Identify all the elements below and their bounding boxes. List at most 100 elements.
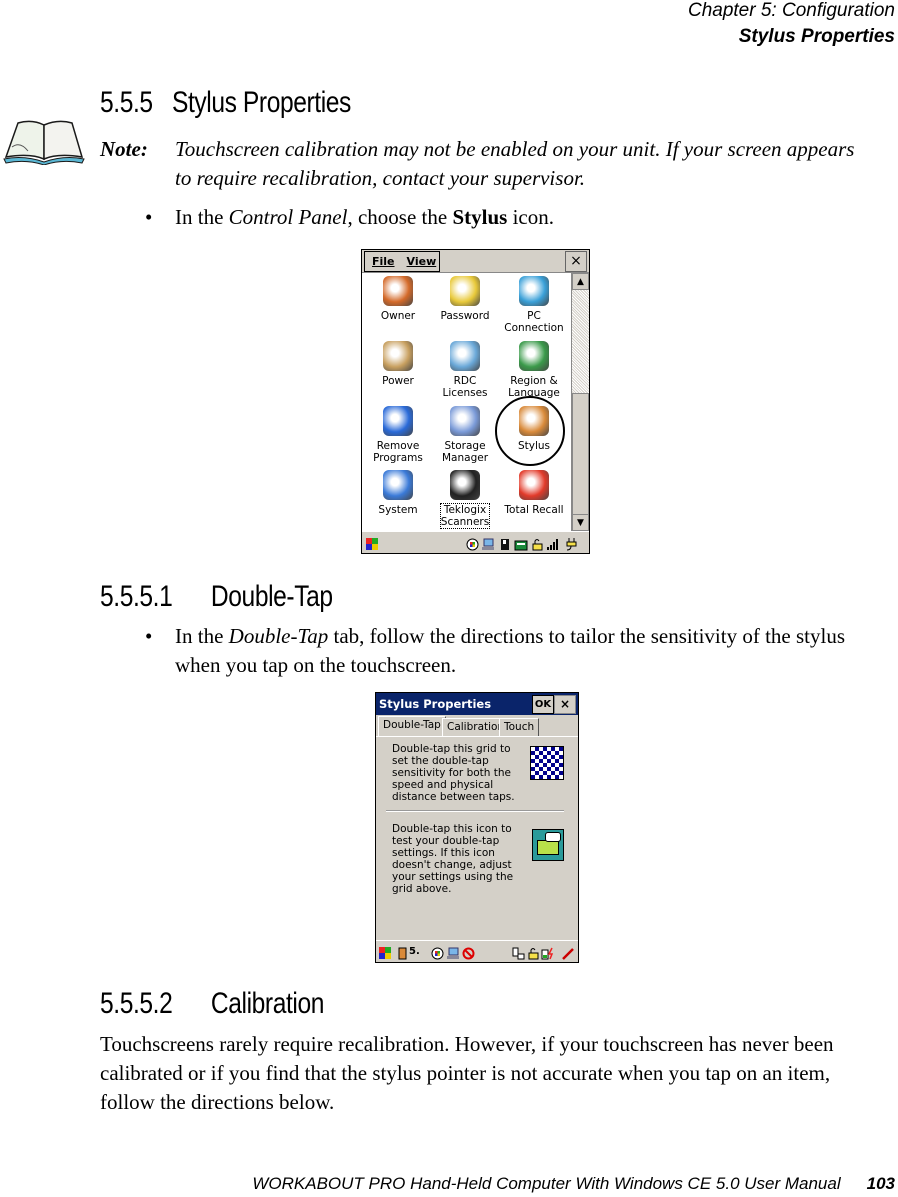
- control-panel-item-storage-manager[interactable]: Storage Manager: [432, 406, 498, 464]
- page-footer: WORKABOUT PRO Hand-Held Computer With Wi…: [252, 1174, 895, 1194]
- heading-5-5-5: 5.5.5 Stylus Properties: [100, 86, 351, 120]
- control-panel-term: Control Panel: [228, 205, 348, 229]
- heading-5-5-5-1: 5.5.5.1 Double-Tap: [100, 580, 333, 614]
- card-icon[interactable]: [512, 945, 525, 960]
- lock-icon[interactable]: [531, 536, 544, 551]
- scroll-down-button[interactable]: ▼: [572, 514, 589, 531]
- battery-charging-icon[interactable]: [541, 945, 554, 960]
- teklogix-scanners-icon: [450, 470, 480, 500]
- control-panel-item-label: Password: [440, 310, 490, 322]
- bullet-marker: •: [145, 624, 153, 648]
- control-panel-item-label: Remove Programs: [373, 440, 423, 464]
- menu-file[interactable]: File: [372, 255, 395, 268]
- instruction-text: In the: [175, 624, 229, 648]
- storage-manager-icon: [450, 406, 480, 436]
- taskbar: [362, 531, 589, 553]
- control-panel-item-rdc-licenses[interactable]: RDC Licenses: [432, 341, 498, 399]
- tab-touch[interactable]: Touch: [499, 718, 540, 736]
- power-plug-icon[interactable]: [565, 536, 578, 551]
- total-recall-icon: [519, 470, 549, 500]
- control-panel-item-label: Owner: [380, 310, 416, 322]
- control-panel-item-remove-programs[interactable]: Remove Programs: [365, 406, 431, 464]
- control-panel-item-teklogix-scanners[interactable]: Teklogix Scanners: [432, 470, 498, 529]
- signal-icon[interactable]: [546, 536, 559, 550]
- control-panel-item-label: Power: [382, 375, 414, 387]
- lock-icon[interactable]: [527, 945, 540, 960]
- heading-title: Calibration: [210, 987, 325, 1020]
- title-bar: Stylus Properties OK ×: [376, 693, 578, 715]
- tab-panel-border: [376, 736, 578, 737]
- control-panel-item-pc-connection[interactable]: PC Connection: [501, 276, 567, 334]
- control-panel-item-password[interactable]: Password: [432, 276, 498, 322]
- heading-number: 5.5.5.2: [100, 987, 173, 1020]
- color-wheel-icon[interactable]: [466, 536, 479, 551]
- bullet-marker: •: [145, 205, 153, 229]
- control-panel-item-owner[interactable]: Owner: [365, 276, 431, 322]
- remove-programs-icon: [383, 406, 413, 436]
- pc-connection-icon: [519, 276, 549, 306]
- icon-instructions: Double-tap this icon to test your double…: [392, 823, 514, 895]
- double-tap-grid[interactable]: [530, 746, 564, 780]
- rdc-licenses-icon: [450, 341, 480, 371]
- heading-title: Stylus Properties: [171, 86, 351, 119]
- start-icon[interactable]: [365, 536, 378, 550]
- double-tap-instruction: In the Double-Tap tab, follow the direct…: [175, 622, 855, 680]
- owner-icon: [383, 276, 413, 306]
- control-panel-item-label: PC Connection: [504, 310, 564, 334]
- grid-instructions: Double-tap this grid to set the double-t…: [392, 743, 515, 803]
- stylus-app-icon[interactable]: [398, 945, 407, 960]
- control-panel-item-total-recall[interactable]: Total Recall: [501, 470, 567, 516]
- note-book-icon: [2, 117, 86, 166]
- note-label: Note:: [100, 137, 148, 161]
- heading-number: 5.5.5: [100, 86, 153, 119]
- taskbar: 5.: [376, 940, 578, 962]
- heading-title: Double-Tap: [210, 580, 333, 613]
- menu-view[interactable]: View: [407, 255, 437, 268]
- password-icon: [450, 276, 480, 306]
- running-header: Chapter 5: Configuration Stylus Properti…: [688, 0, 895, 50]
- double-tap-term: Double-Tap: [228, 624, 329, 648]
- phone-icon[interactable]: [514, 536, 528, 551]
- control-panel-item-label: RDC Licenses: [442, 375, 488, 399]
- stylus-pen-icon[interactable]: [561, 945, 574, 960]
- control-panel-item-system[interactable]: System: [365, 470, 431, 516]
- control-panel-item-power[interactable]: Power: [365, 341, 431, 387]
- test-double-tap-icon[interactable]: [532, 829, 564, 861]
- region-language-icon: [519, 341, 549, 371]
- no-signal-icon[interactable]: [462, 945, 475, 960]
- color-wheel-icon[interactable]: [431, 945, 444, 960]
- power-icon: [383, 341, 413, 371]
- close-button[interactable]: ×: [554, 695, 576, 714]
- highlight-circle: [495, 396, 565, 466]
- note-text: Touchscreen calibration may not be enabl…: [175, 137, 855, 190]
- ok-button[interactable]: OK: [532, 695, 554, 714]
- stylus-properties-window: Stylus Properties OK × Double-Tap Calibr…: [375, 692, 579, 963]
- control-panel-item-label: Teklogix Scanners: [439, 503, 491, 529]
- vertical-scrollbar[interactable]: ▲ ▼: [571, 273, 589, 531]
- section-label: Stylus Properties: [738, 26, 895, 47]
- scroll-thumb[interactable]: [572, 393, 589, 517]
- window-title: Stylus Properties: [379, 697, 492, 711]
- tab-double-tap[interactable]: Double-Tap: [378, 716, 446, 737]
- taskbar-app-label[interactable]: 5.: [409, 945, 422, 958]
- control-panel-item-label: Total Recall: [504, 504, 564, 516]
- network-icon[interactable]: [446, 945, 459, 959]
- start-icon[interactable]: [378, 945, 391, 959]
- system-icon: [383, 470, 413, 500]
- control-panel-item-region-language[interactable]: Region & Language: [501, 341, 567, 399]
- control-panel-item-label: Storage Manager: [441, 440, 489, 464]
- network-icon[interactable]: [481, 536, 494, 550]
- stylus-term: Stylus: [452, 205, 508, 229]
- instruction-text: icon.: [507, 205, 554, 229]
- control-panel-item-label: System: [378, 504, 418, 516]
- card-icon[interactable]: [499, 536, 512, 550]
- page-number: 103: [866, 1174, 895, 1193]
- heading-5-5-5-2: 5.5.5.2 Calibration: [100, 987, 324, 1021]
- close-button[interactable]: ×: [565, 251, 587, 272]
- scroll-up-button[interactable]: ▲: [572, 273, 589, 290]
- instruction-text: In the: [175, 205, 229, 229]
- control-panel-window: File View × ▲ ▼ Owner Password PC Connectio…: [361, 249, 590, 554]
- heading-number: 5.5.5.1: [100, 580, 173, 613]
- calibration-paragraph: Touchscreens rarely require recalibratio…: [100, 1032, 834, 1114]
- instruction-control-panel: In the Control Panel, choose the Stylus …: [175, 203, 855, 232]
